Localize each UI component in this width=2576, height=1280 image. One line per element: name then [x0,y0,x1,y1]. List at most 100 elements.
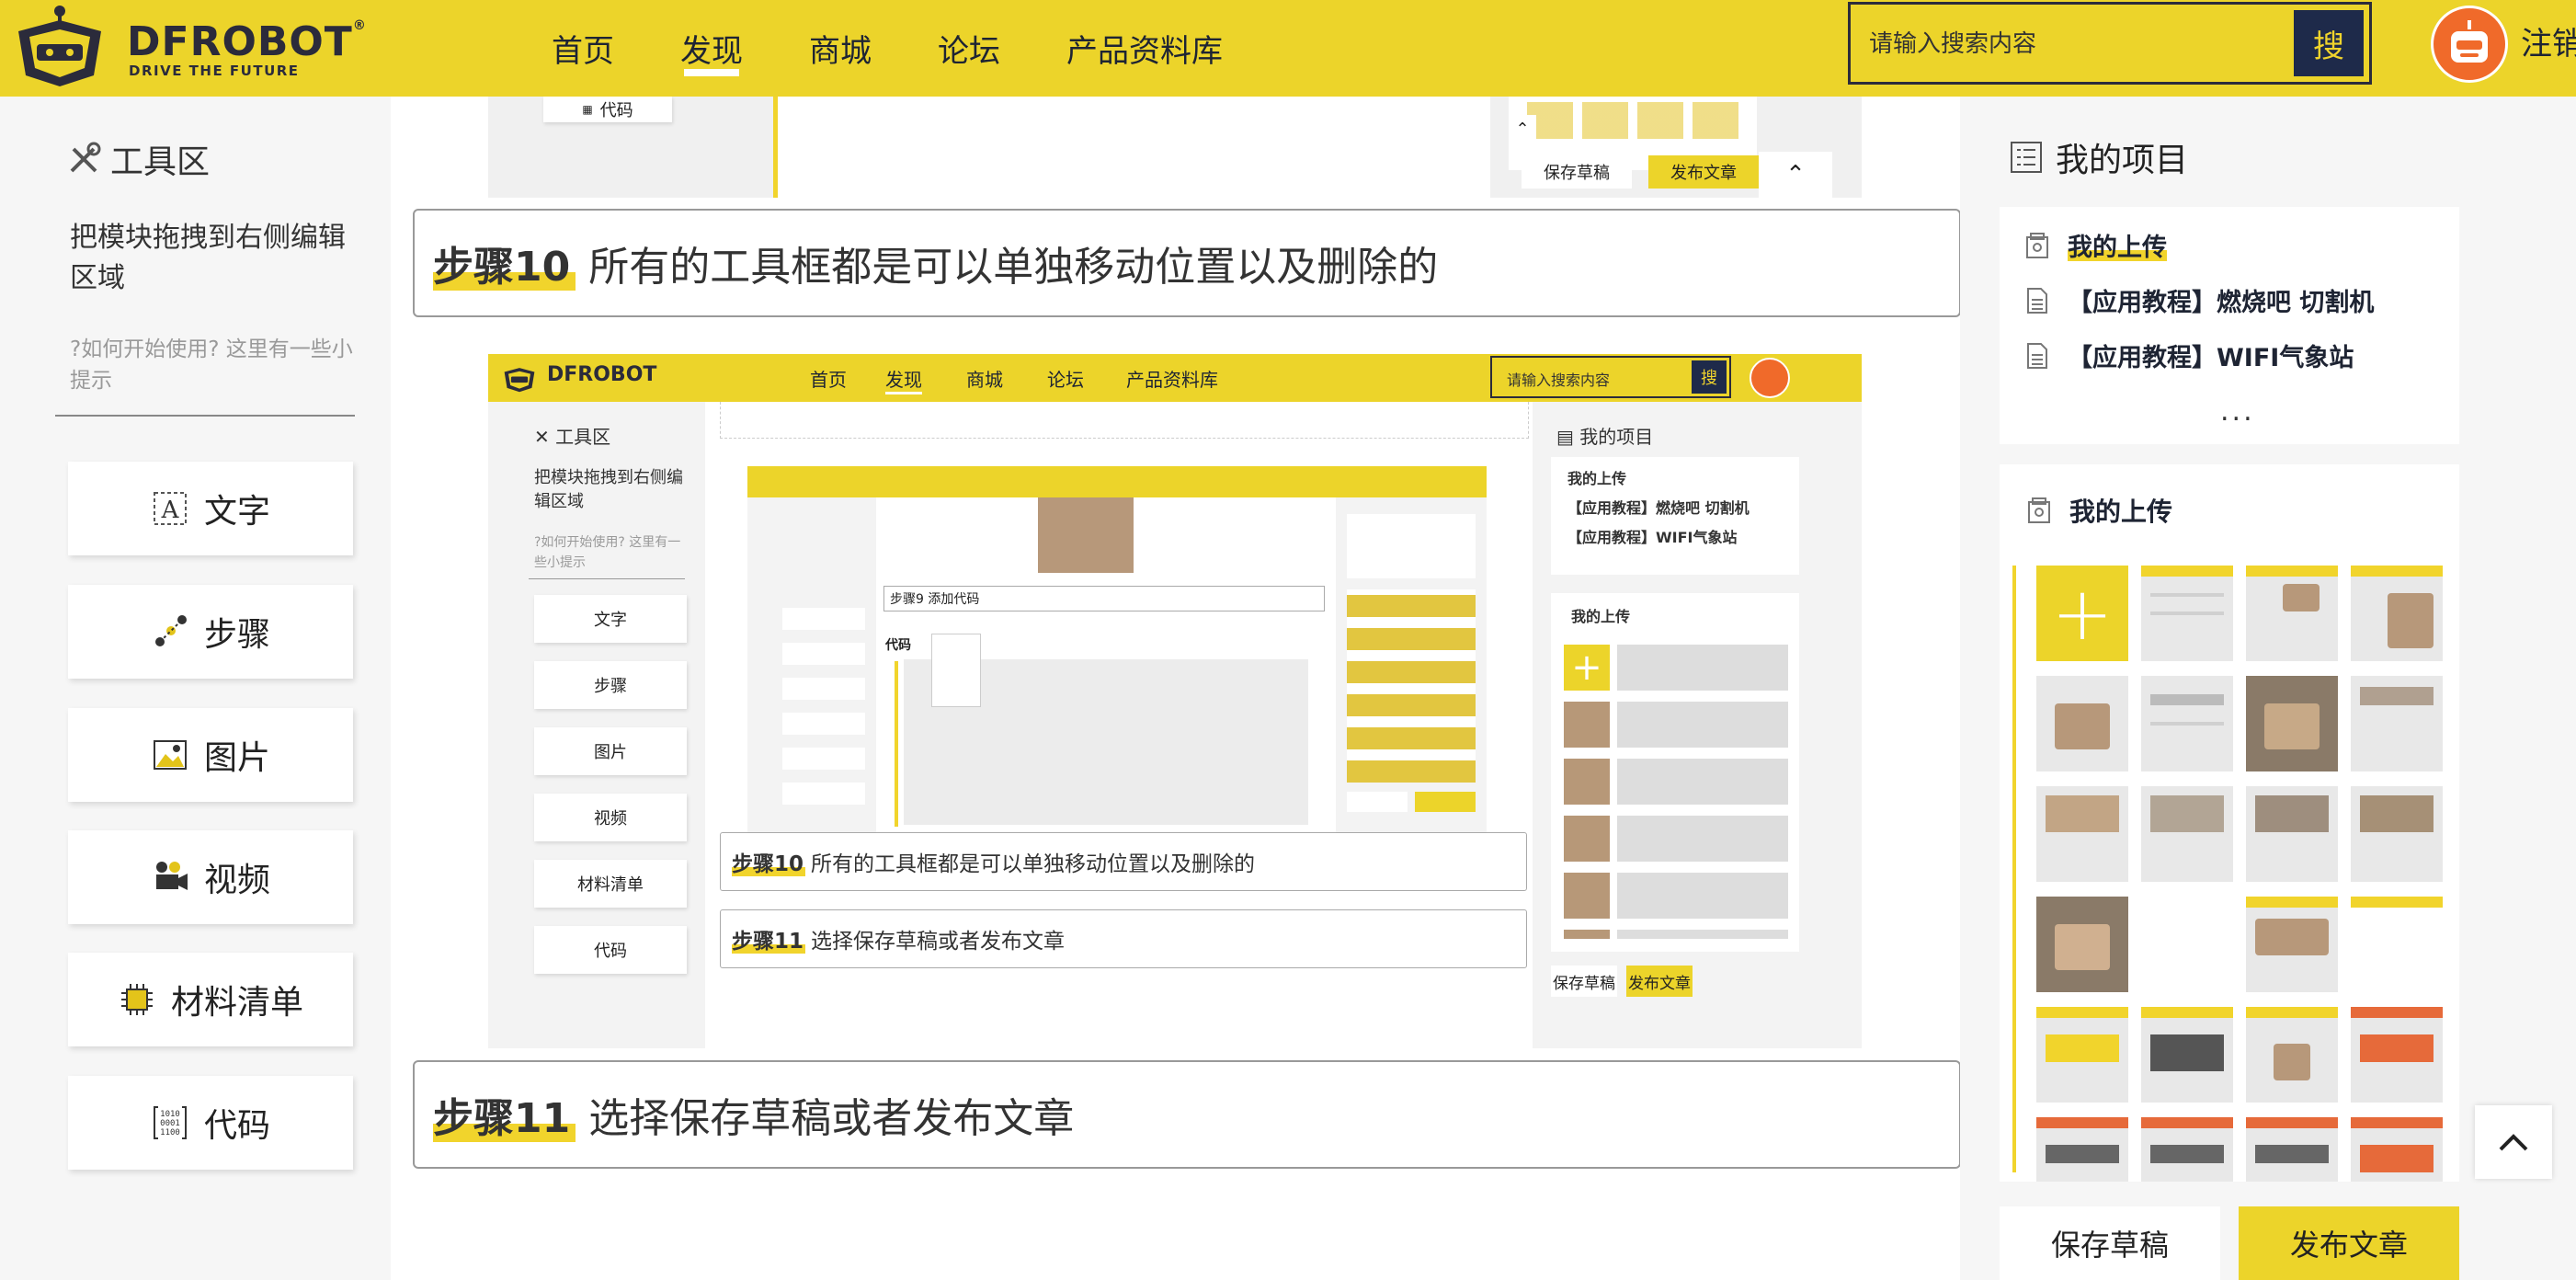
upload-thumb[interactable] [2141,1117,2233,1182]
nav-discover[interactable]: 发现 [680,26,743,76]
upload-thumb[interactable] [2246,897,2338,992]
tool-materials[interactable]: 材料清单 [68,953,353,1046]
shot-toolbox-desc: 把模块拖拽到右侧编辑区域 [534,468,683,511]
shot-search-input: 请输入搜索内容 [1507,371,1611,389]
nav-product-library[interactable]: 产品资料库 [1066,26,1223,71]
shot-toolbox-tip: ?如何开始使用? 这里有一些小提示 [534,535,681,570]
upload-thumb[interactable] [2036,676,2128,771]
upload-thumb[interactable] [2141,1007,2233,1103]
back-to-top-button[interactable] [2475,1105,2552,1179]
chevron-up-icon [2499,1134,2528,1151]
step9-screenshot: ▦ 代码 ⌃ 保存草稿 发布文章 ⌃ [488,97,1862,198]
dfrobot-logo[interactable]: DFROBOT® DRIVE THE FUTURE [9,4,368,92]
shot-search-box: 请输入搜索内容 搜 [1490,356,1731,398]
shot-code-tool: ▦ 代码 [543,97,672,122]
project-item-uploads[interactable]: 我的上传 [2025,227,2167,263]
toolbox-title: 工具区 [66,135,210,183]
shot-tool-steps: 步骤 [534,661,687,709]
upload-thumb[interactable] [2246,786,2338,882]
image-icon [153,740,187,770]
nav-shop[interactable]: 商城 [809,26,872,71]
shot-tool-code: 代码 [534,926,687,974]
tool-text[interactable]: A 文字 [68,462,353,555]
upload-thumb[interactable] [2246,676,2338,771]
shot-search-button: 搜 [1692,360,1727,394]
upload-thumb[interactable] [2036,1117,2128,1182]
upload-thumb[interactable] [2141,676,2233,771]
robot-logo-icon [18,6,101,86]
tool-steps[interactable]: 步骤 [68,585,353,679]
tool-video[interactable]: 视频 [68,830,353,924]
more-projects[interactable]: ... [2220,395,2255,428]
upload-thumb[interactable] [2351,786,2443,882]
shot-tool-image: 图片 [534,727,687,775]
shot-chevron-up-icon: ⌃ [1509,115,1536,143]
video-icon [155,862,188,890]
tools-icon [70,142,101,173]
nav-forum[interactable]: 论坛 [938,26,1000,71]
search-input[interactable] [1869,23,2292,65]
upload-thumb[interactable] [2036,897,2128,992]
list-icon [2011,142,2042,173]
shot-divider [529,578,685,579]
shot-code-editor [773,97,1490,198]
shot-uploads-card: 我的上传 + [1551,593,1799,952]
upload-thumb[interactable] [2141,566,2233,661]
shot-nav-product-library: 产品资料库 [1126,369,1218,391]
shot-project-item: 我的上传 [1567,470,1627,487]
add-upload-button[interactable]: + [2036,566,2128,661]
document-icon [2027,287,2047,314]
project-item[interactable]: 【应用教程】燃烧吧 切割机 [2025,282,2374,318]
shot-nested-editor: 步骤9 添加代码 代码 [876,497,1336,834]
upload-thumb[interactable] [2246,1007,2338,1103]
search-button[interactable]: 搜 [2294,10,2364,76]
shot-avatar [1750,358,1790,398]
upload-thumb[interactable] [2036,786,2128,882]
uploads-card: 我的上传 + [2000,464,2459,1182]
publish-button[interactable]: 发布文章 [2239,1206,2459,1280]
upload-thumb[interactable] [2141,786,2233,882]
shot-tool-materials: 材料清单 [534,860,687,908]
avatar[interactable] [2431,6,2508,83]
upload-thumb[interactable] [2351,676,2443,771]
shot-add-upload: + [1564,645,1610,691]
step10-screenshot: DFROBOT 首页 发现 商城 论坛 产品资料库 请输入搜索内容 搜 ✕ 工具… [488,354,1862,1048]
shot-save-draft: 保存草稿 [1522,155,1632,189]
shot-projects-title: ▤ 我的项目 [1556,426,1654,448]
svg-text:1010: 1010 [160,1110,180,1119]
projects-panel: 我的项目 我的上传 【应用教程】燃烧吧 切割机 【应用教程】WIFI气象站 ..… [1960,97,2576,1280]
uploads-title: 我的上传 [2027,492,2172,529]
upload-thumb[interactable] [2351,566,2443,661]
upload-thumb[interactable] [2351,1117,2443,1182]
step-11-box[interactable]: 步骤11 选择保存草稿或者发布文章 [413,1060,1960,1169]
nav-home[interactable]: 首页 [552,26,614,71]
step-10-box[interactable]: 步骤10 所有的工具框都是可以单独移动位置以及删除的 [413,209,1960,317]
shot-prev-box [720,402,1529,439]
document-icon [2027,342,2047,369]
project-item[interactable]: 【应用教程】WIFI气象站 [2025,337,2354,373]
chip-icon [120,984,153,1015]
upload-thumb[interactable] [2351,897,2443,992]
tool-code[interactable]: 1010 0001 1100 代码 [68,1076,353,1170]
logo-text: DFROBOT® [127,18,367,65]
tool-image[interactable]: 图片 [68,708,353,802]
upload-thumb[interactable] [2246,1117,2338,1182]
toolbox-tip[interactable]: ?如何开始使用? 这里有一些小提示 [70,334,364,396]
shot-toolbox-title: ✕ 工具区 [534,426,611,448]
robot-avatar-icon [2451,20,2488,63]
text-icon: A [153,492,187,525]
shot-upload-thumbs-col [1564,702,1610,939]
shot-project-item: 【应用教程】WIFI气象站 [1567,529,1738,546]
shot-nav-forum: 论坛 [1047,369,1084,391]
shot-editor: 步骤9 添加代码 代码 步骤10 所有的工具框都是可以单独移动位置以及删除的 步骤… [705,402,1533,1048]
svg-text:0001: 0001 [160,1119,180,1128]
upload-thumb[interactable] [2246,566,2338,661]
upload-thumb[interactable] [2141,897,2233,992]
save-draft-button[interactable]: 保存草稿 [2000,1206,2220,1280]
upload-thumb[interactable] [2036,1007,2128,1103]
upload-thumb[interactable] [2351,1007,2443,1103]
shot-nav-shop: 商城 [966,369,1003,391]
shot-upload-thumbs [1617,645,1788,939]
main-nav: 首页 发现 商城 论坛 产品资料库 [552,0,1289,97]
logout-link[interactable]: 注销 [2521,18,2576,63]
